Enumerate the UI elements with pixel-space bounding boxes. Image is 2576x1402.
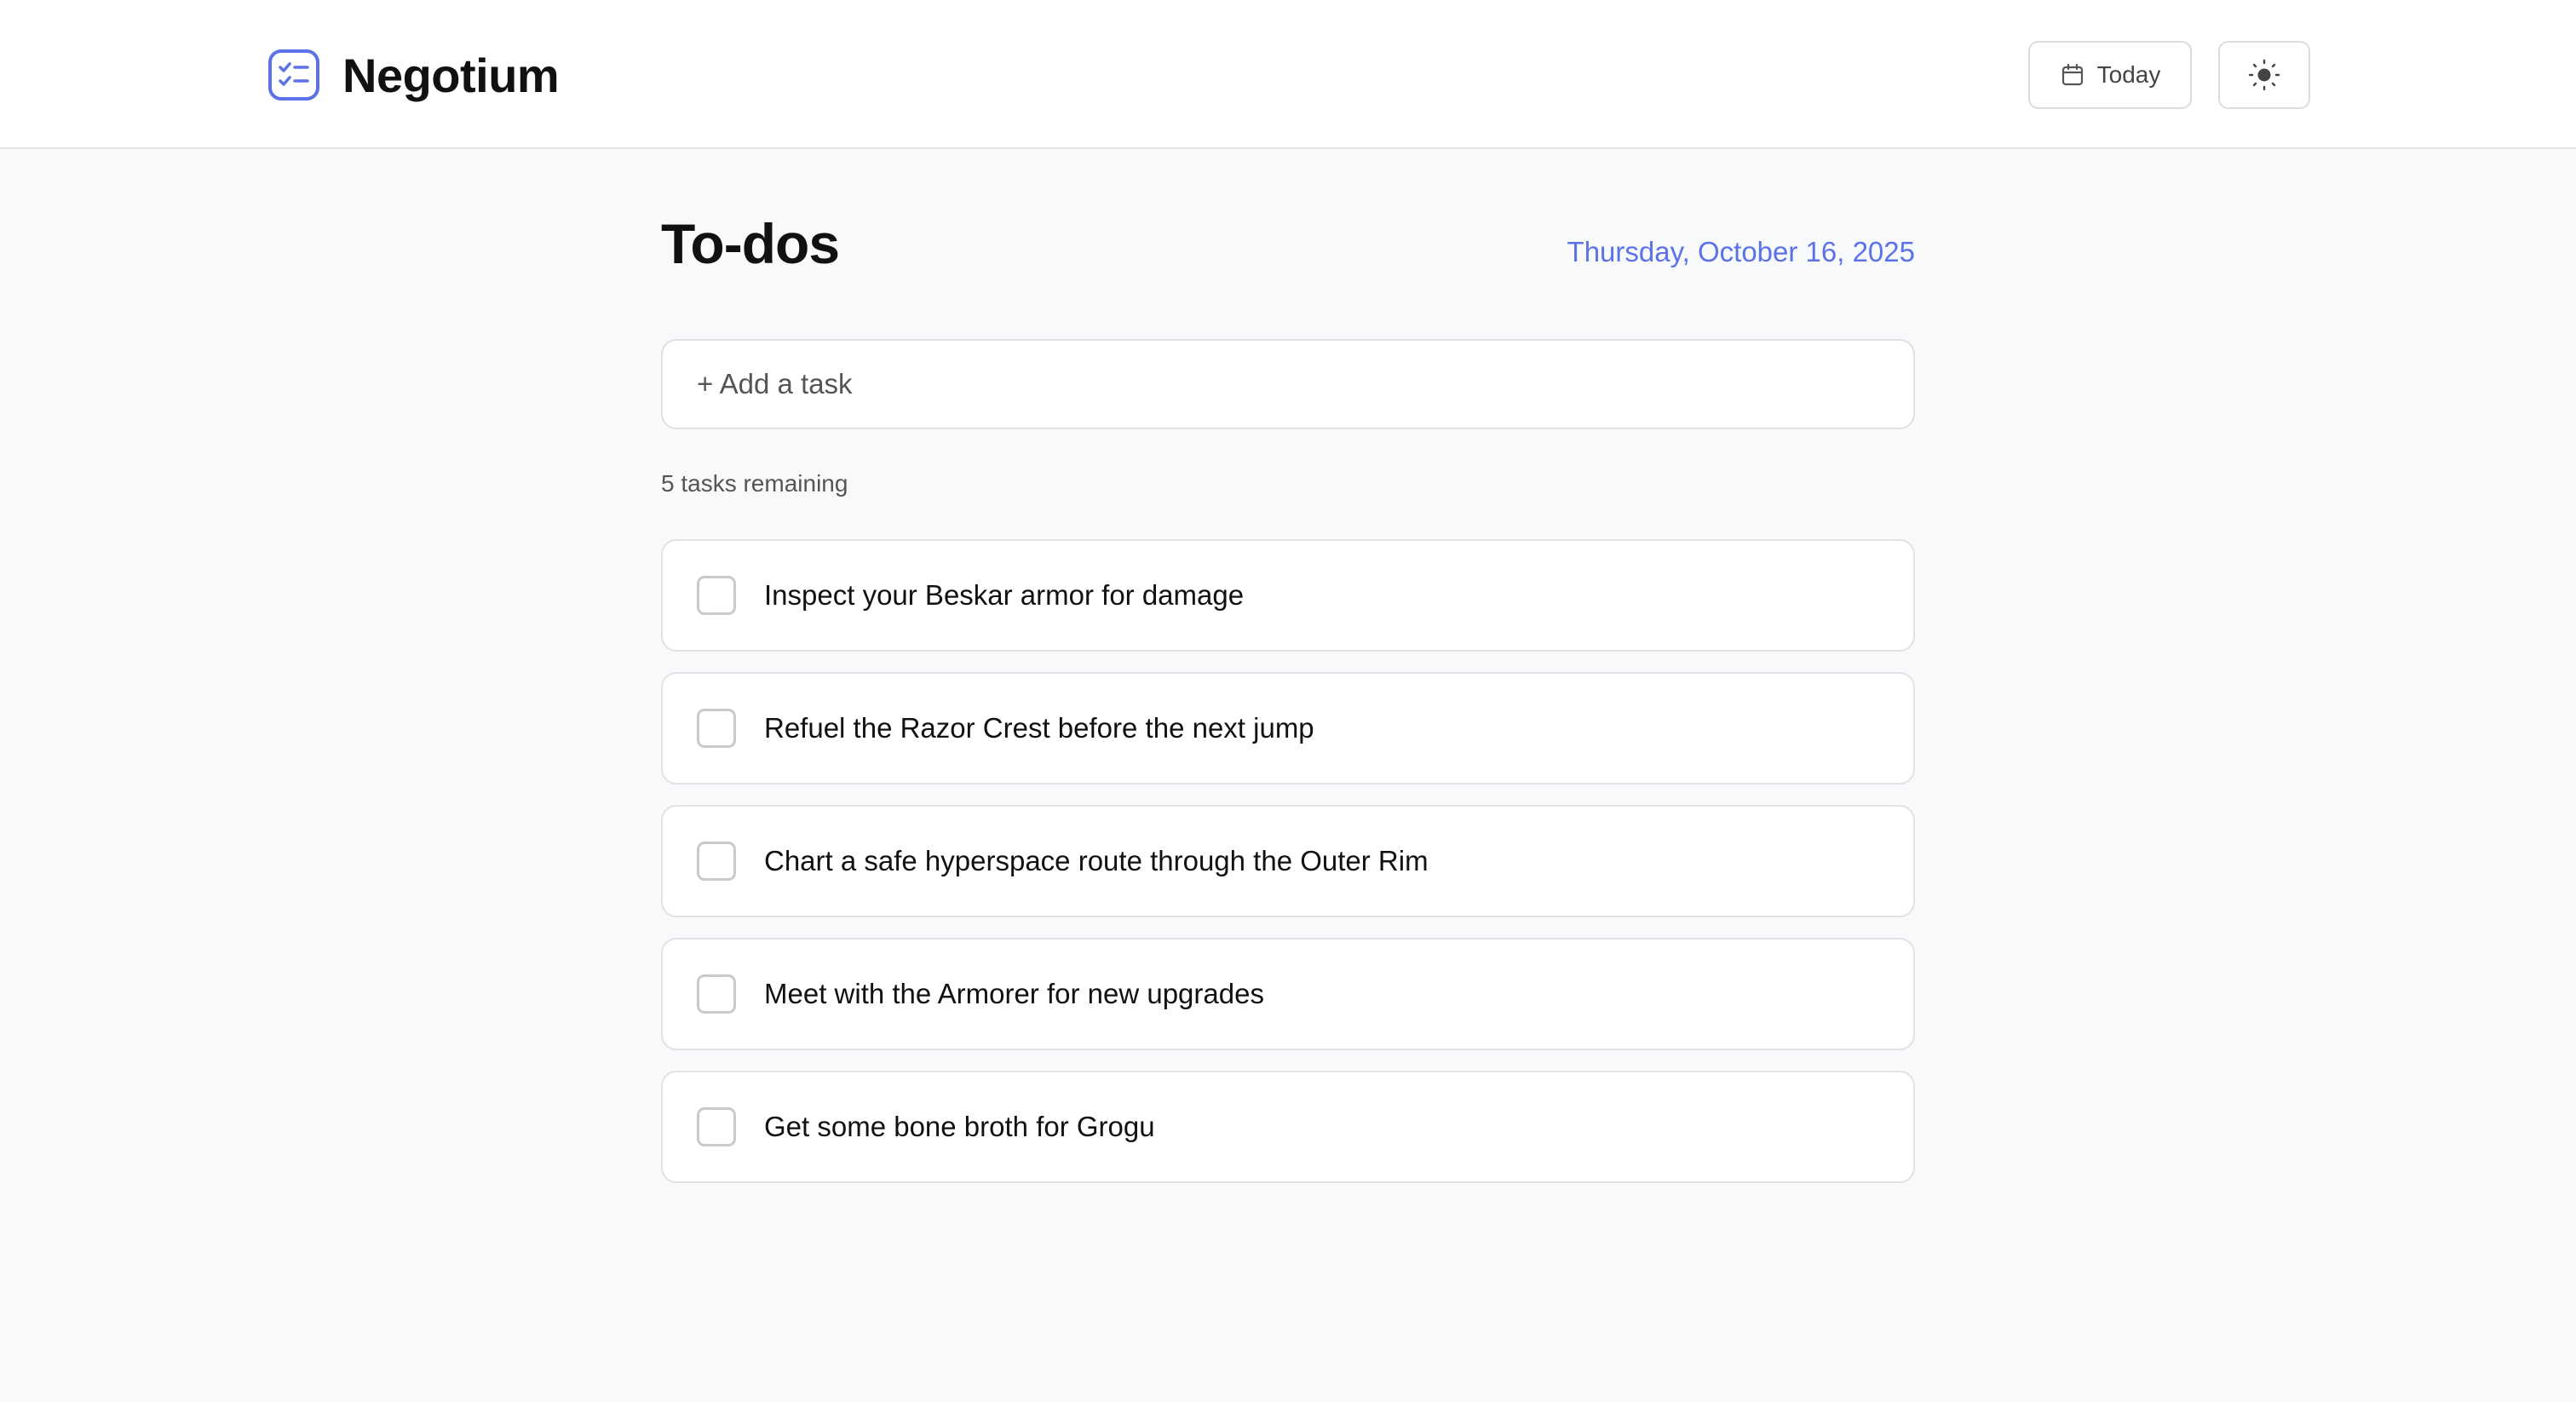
task-item[interactable]: Chart a safe hyperspace route through th…	[661, 805, 1915, 917]
tasks-remaining-count: 5 tasks remaining	[661, 470, 848, 497]
app-header: Negotium Today	[0, 0, 2576, 149]
task-text: Inspect your Beskar armor for damage	[764, 579, 1245, 611]
task-text: Refuel the Razor Crest before the next j…	[764, 712, 1314, 744]
checklist-icon	[268, 49, 319, 101]
task-item[interactable]: Refuel the Razor Crest before the next j…	[661, 672, 1915, 784]
task-checkbox[interactable]	[697, 974, 736, 1014]
task-item[interactable]: Get some bone broth for Grogu	[661, 1071, 1915, 1183]
today-button[interactable]: Today	[2028, 41, 2192, 109]
calendar-icon	[2061, 63, 2083, 86]
task-text: Meet with the Armorer for new upgrades	[764, 978, 1264, 1009]
task-checkbox[interactable]	[697, 842, 736, 881]
current-date: Thursday, October 16, 2025	[1567, 236, 1915, 267]
task-item[interactable]: Meet with the Armorer for new upgrades	[661, 938, 1915, 1050]
page-title: To-dos	[661, 212, 840, 275]
task-list: Inspect your Beskar armor for damage Ref…	[661, 539, 1915, 1204]
brand[interactable]: Negotium	[267, 48, 560, 102]
today-label: Today	[2096, 61, 2161, 88]
task-item[interactable]: Inspect your Beskar armor for damage	[661, 539, 1915, 652]
task-checkbox[interactable]	[697, 576, 736, 615]
task-checkbox[interactable]	[697, 709, 736, 748]
add-task-input[interactable]	[661, 339, 1915, 429]
sun-icon	[2248, 59, 2280, 91]
task-checkbox[interactable]	[697, 1107, 736, 1146]
theme-toggle-button[interactable]	[2218, 41, 2310, 109]
task-text: Chart a safe hyperspace route through th…	[764, 845, 1429, 876]
app-name: Negotium	[342, 48, 560, 102]
task-text: Get some bone broth for Grogu	[764, 1111, 1155, 1142]
